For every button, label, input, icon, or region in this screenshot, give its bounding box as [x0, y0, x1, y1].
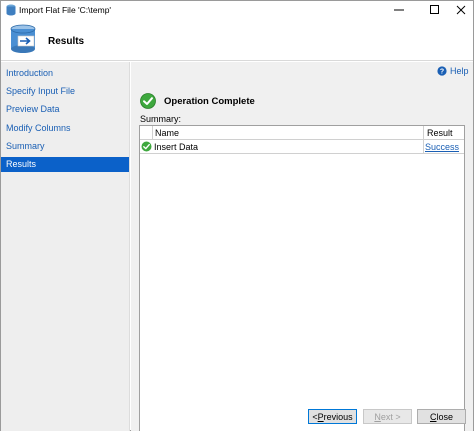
wizard-nav: Introduction Specify Input File Preview …: [1, 62, 130, 431]
column-separator: [152, 126, 153, 140]
help-label: Help: [450, 66, 469, 76]
wizard-header: Results: [1, 19, 473, 61]
next-button-rest: ext >: [380, 411, 401, 422]
minimize-button[interactable]: [385, 1, 413, 19]
maximize-icon: [430, 5, 439, 14]
next-button[interactable]: Next >: [363, 409, 412, 424]
import-flat-file-window: Import Flat File 'C:\temp' Results Intro…: [0, 0, 474, 431]
results-panel: ? Help Operation Complete Summary: Name …: [131, 62, 473, 431]
title-bar[interactable]: Import Flat File 'C:\temp': [1, 1, 473, 19]
nav-item-results[interactable]: Results: [1, 157, 129, 172]
close-button-rest: lose: [436, 411, 453, 422]
results-table: Name Result Insert Data Success: [139, 125, 465, 431]
operation-status: Operation Complete: [140, 93, 255, 109]
row-divider: [140, 153, 464, 154]
nav-item-modify-columns[interactable]: Modify Columns: [1, 121, 129, 136]
minimize-icon: [394, 9, 404, 11]
nav-item-preview-data[interactable]: Preview Data: [1, 102, 129, 117]
close-icon: [456, 5, 466, 15]
previous-button[interactable]: < Previous: [308, 409, 357, 424]
help-link[interactable]: ? Help: [437, 66, 469, 76]
table-header: Name Result: [140, 126, 464, 140]
help-icon: ?: [437, 66, 447, 76]
close-window-button[interactable]: [447, 1, 474, 19]
nav-item-summary[interactable]: Summary: [1, 139, 129, 154]
maximize-button[interactable]: [421, 1, 449, 19]
page-title: Results: [48, 36, 85, 47]
success-check-icon: [140, 93, 156, 109]
svg-text:?: ?: [440, 69, 444, 76]
column-separator: [423, 140, 424, 154]
table-row[interactable]: Insert Data Success: [140, 140, 464, 154]
close-button[interactable]: Close: [417, 409, 466, 424]
operation-status-title: Operation Complete: [164, 95, 255, 107]
app-icon: [6, 4, 16, 16]
nav-item-specify-input-file[interactable]: Specify Input File: [1, 84, 129, 99]
summary-label: Summary:: [140, 114, 182, 124]
row-result-link[interactable]: Success: [425, 142, 459, 152]
column-header-name[interactable]: Name: [155, 128, 179, 138]
row-name-cell: Insert Data: [154, 142, 199, 152]
nav-item-introduction[interactable]: Introduction: [1, 66, 129, 81]
database-import-icon: [10, 24, 36, 53]
success-check-icon: [141, 141, 152, 152]
column-separator: [423, 126, 424, 140]
previous-button-rest: revious: [323, 411, 353, 422]
window-title: Import Flat File 'C:\temp': [19, 5, 112, 15]
column-header-result[interactable]: Result: [427, 128, 453, 138]
